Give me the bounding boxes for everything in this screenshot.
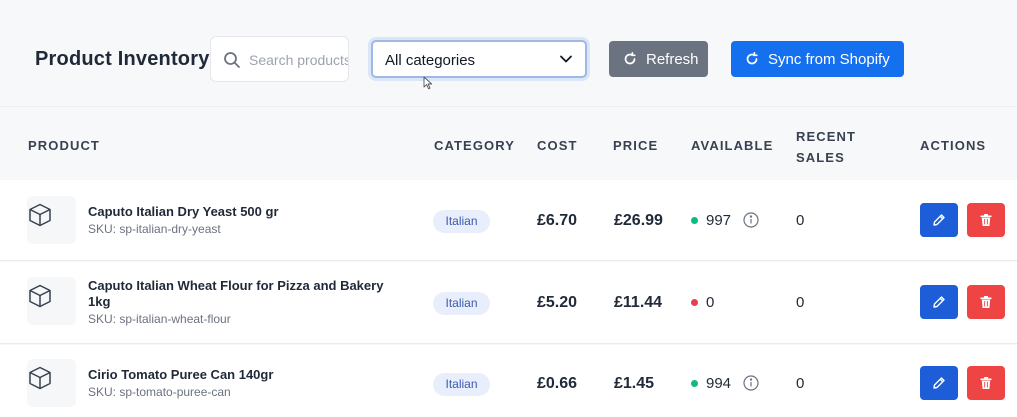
sync-icon: [746, 52, 758, 65]
product-sku: SKU: sp-italian-wheat-flour: [88, 312, 231, 326]
category-badge: Italian: [433, 210, 490, 233]
product-name: Caputo Italian Wheat Flour for Pizza and…: [88, 278, 384, 309]
pencil-icon: [933, 296, 945, 308]
column-header-product[interactable]: PRODUCT: [28, 138, 100, 153]
product-thumbnail: [27, 359, 76, 407]
recent-sales-value: 0: [796, 375, 805, 392]
delete-button[interactable]: [967, 285, 1005, 319]
toolbar: Product Inventory Search products... All…: [0, 0, 1017, 106]
pencil-icon: [933, 214, 945, 226]
product-name: Caputo Italian Dry Yeast 500 gr: [88, 204, 279, 219]
edit-button[interactable]: [920, 285, 958, 319]
cost-value: £6.70: [537, 212, 578, 229]
category-select-value: All categories: [385, 52, 476, 69]
box-icon: [29, 203, 51, 227]
sync-label: Sync from Shopify: [768, 50, 890, 68]
box-icon: [29, 366, 51, 390]
table-row[interactable]: Cirio Tomato Puree Can 140gr SKU: sp-tom…: [0, 345, 1017, 417]
price-value: £26.99: [614, 212, 663, 229]
edit-button[interactable]: [920, 203, 958, 237]
trash-icon: [980, 214, 992, 226]
price-value: £11.44: [614, 294, 663, 311]
stock-status-dot: [691, 217, 698, 224]
sync-shopify-button[interactable]: Sync from Shopify: [731, 41, 904, 77]
recent-sales-value: 0: [796, 212, 805, 229]
delete-button[interactable]: [967, 203, 1005, 237]
delete-button[interactable]: [967, 366, 1005, 400]
box-icon: [29, 284, 51, 308]
column-header-actions: ACTIONS: [920, 138, 987, 153]
column-header-price[interactable]: PRICE: [613, 138, 658, 153]
refresh-button[interactable]: Refresh: [609, 41, 708, 77]
product-thumbnail: [27, 277, 76, 325]
refresh-label: Refresh: [646, 50, 699, 68]
column-header-recent-sales-line1: RECENT: [796, 129, 857, 144]
column-header-recent-sales[interactable]: RECENT SALES: [796, 126, 856, 168]
product-sku: SKU: sp-italian-dry-yeast: [88, 222, 221, 236]
price-value: £1.45: [614, 375, 655, 392]
table-header: PRODUCT CATEGORY COST PRICE AVAILABLE RE…: [0, 106, 1017, 180]
mouse-cursor-icon: [423, 76, 433, 90]
available-value: 997: [706, 212, 732, 229]
trash-icon: [980, 296, 992, 308]
column-header-available[interactable]: AVAILABLE: [691, 138, 773, 153]
product-name: Cirio Tomato Puree Can 140gr: [88, 367, 274, 382]
page-title: Product Inventory: [35, 48, 210, 70]
info-icon[interactable]: [743, 375, 759, 391]
column-header-category[interactable]: CATEGORY: [434, 138, 515, 153]
info-icon[interactable]: [743, 212, 759, 228]
search-input[interactable]: Search products...: [210, 36, 349, 82]
search-placeholder: Search products...: [249, 52, 348, 68]
cost-value: £5.20: [537, 294, 578, 311]
cost-value: £0.66: [537, 375, 578, 392]
available-value: 0: [706, 294, 715, 311]
chevron-down-icon: [560, 55, 572, 63]
column-header-recent-sales-line2: SALES: [796, 150, 845, 165]
search-icon: [224, 52, 240, 68]
category-badge: Italian: [433, 292, 490, 315]
trash-icon: [980, 377, 992, 389]
edit-button[interactable]: [920, 366, 958, 400]
product-thumbnail: [27, 196, 76, 244]
stock-status-dot: [691, 299, 698, 306]
stock-status-dot: [691, 380, 698, 387]
recent-sales-value: 0: [796, 294, 805, 311]
product-sku: SKU: sp-tomato-puree-can: [88, 385, 231, 399]
category-badge: Italian: [433, 373, 490, 396]
table-row[interactable]: Caputo Italian Wheat Flour for Pizza and…: [0, 262, 1017, 344]
available-value: 994: [706, 375, 732, 392]
pencil-icon: [933, 377, 945, 389]
refresh-icon: [624, 52, 636, 65]
column-header-cost[interactable]: COST: [537, 138, 578, 153]
category-select[interactable]: All categories: [371, 40, 587, 78]
table-row[interactable]: Caputo Italian Dry Yeast 500 gr SKU: sp-…: [0, 180, 1017, 261]
